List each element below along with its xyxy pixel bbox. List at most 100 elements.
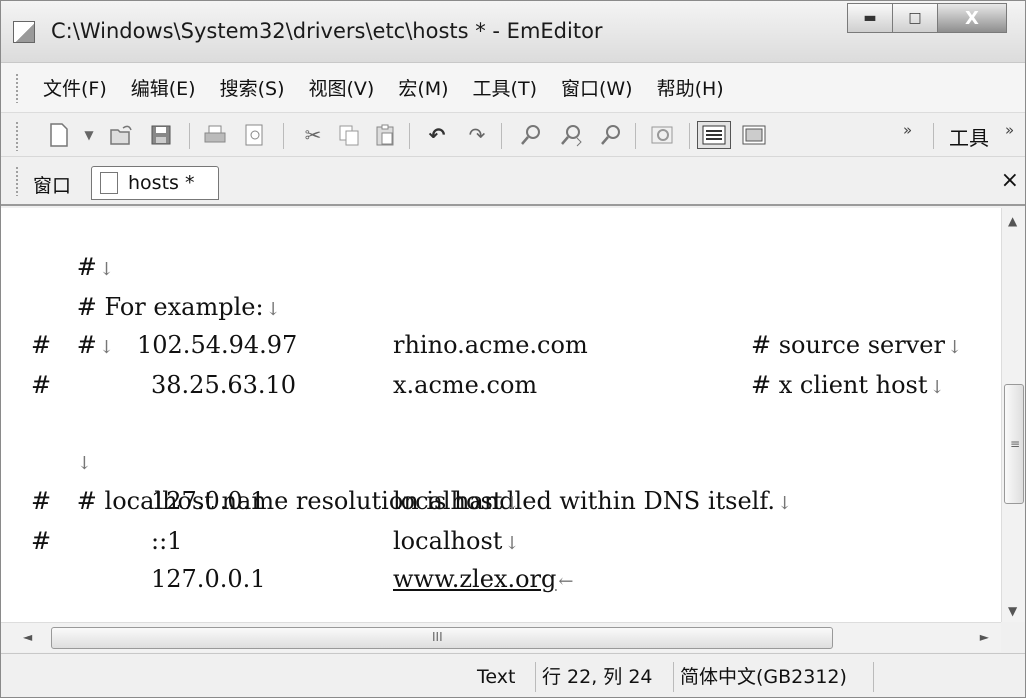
- hostname-link[interactable]: www.zlex.org: [393, 565, 556, 593]
- ip-address: 127.0.0.1: [151, 565, 266, 593]
- text-editor[interactable]: # ↓ # For example: ↓ # ↓ # 102.54.94.97 rhi…: [1, 208, 1001, 622]
- newline-mark: ↓: [504, 493, 520, 514]
- scroll-left-icon[interactable]: ◄: [23, 630, 32, 644]
- ip-address: 102.54.94.97: [137, 331, 298, 359]
- eof-mark: ←: [558, 571, 574, 592]
- toolbar-separator: [635, 123, 636, 149]
- menu-edit[interactable]: 编辑(E): [119, 68, 208, 107]
- dropdown-arrow-icon[interactable]: ▼: [81, 121, 97, 149]
- vertical-scrollbar[interactable]: ▲ ≡ ▼: [1001, 208, 1025, 622]
- menu-tools[interactable]: 工具(T): [461, 68, 549, 107]
- editor-line: # 102.54.94.97 rhino.acme.com # source s…: [31, 326, 1001, 364]
- comment-text: # x client host: [751, 371, 928, 399]
- scroll-right-icon[interactable]: ►: [980, 630, 989, 644]
- find-next-icon[interactable]: [557, 121, 585, 149]
- toolbar-separator: [501, 123, 502, 149]
- tabbar-grip-icon[interactable]: [15, 166, 19, 196]
- editor-line: ↓: [31, 404, 92, 474]
- print-preview-icon[interactable]: [241, 121, 269, 149]
- horizontal-scroll-thumb[interactable]: III: [51, 627, 833, 649]
- host-with-mark: localhost ↓: [393, 482, 520, 523]
- toolbar: ▼ ✂ ↶ ↷ » 工具 »: [1, 113, 1025, 157]
- tab-bar: 窗口 hosts * ×: [1, 158, 1025, 206]
- comment-text: # source server: [751, 331, 945, 359]
- toolbar-grip-icon[interactable]: [15, 121, 19, 151]
- editor-line: # localhost name resolution is handled w…: [31, 444, 792, 515]
- cut-icon[interactable]: ✂: [299, 121, 327, 149]
- close-button[interactable]: X: [937, 3, 1007, 33]
- ip-address: 127.0.0.1: [151, 487, 266, 515]
- toolbar-separator: [189, 123, 190, 149]
- newline-mark: ↓: [929, 377, 945, 398]
- toolbar-separator: [283, 123, 284, 149]
- tab-hosts[interactable]: hosts *: [91, 166, 219, 200]
- host-with-mark: localhost ↓: [393, 522, 520, 563]
- status-empty-cell: [873, 662, 933, 692]
- undo-icon[interactable]: ↶: [423, 121, 451, 149]
- app-icon: [13, 21, 35, 43]
- menu-search[interactable]: 搜索(S): [208, 68, 297, 107]
- newline-mark: ↓: [504, 533, 520, 554]
- status-bar: Text 行 22, 列 24 简体中文(GB2312): [1, 653, 1025, 697]
- editor-line: # ↓: [31, 210, 114, 281]
- save-icon[interactable]: [147, 121, 175, 149]
- hostname: localhost: [393, 487, 503, 515]
- wrap-none-icon[interactable]: [697, 121, 731, 149]
- menu-file[interactable]: 文件(F): [31, 68, 119, 107]
- editor-line: # 127.0.0.1 localhost ↓: [31, 482, 731, 520]
- window-title: C:\Windows\System32\drivers\etc\hosts * …: [51, 19, 603, 43]
- editor-line: # ::1 localhost ↓: [31, 522, 731, 560]
- ip-address: ::1: [151, 527, 183, 555]
- menu-help[interactable]: 帮助(H): [645, 68, 736, 107]
- comment-mark: #: [31, 331, 52, 359]
- scroll-down-icon[interactable]: ▼: [1008, 604, 1017, 618]
- menu-window[interactable]: 窗口(W): [549, 68, 645, 107]
- tab-label: hosts *: [128, 172, 195, 194]
- toolbar-separator: [409, 123, 410, 149]
- toolbar-separator: [689, 123, 690, 149]
- hostname: rhino.acme.com: [393, 331, 588, 359]
- tools-overflow-icon[interactable]: »: [1005, 121, 1014, 139]
- wrap-window-icon[interactable]: [737, 121, 771, 149]
- editor-window: C:\Windows\System32\drivers\etc\hosts * …: [0, 0, 1026, 698]
- vertical-scroll-thumb[interactable]: ≡: [1004, 384, 1024, 504]
- new-file-icon[interactable]: [45, 121, 73, 149]
- toolbar-separator: [933, 123, 934, 149]
- toolbar-overflow-icon[interactable]: »: [903, 121, 912, 139]
- minimize-button[interactable]: ▬: [847, 3, 893, 33]
- tools-toolbar-label[interactable]: 工具: [949, 122, 989, 151]
- editor-line: # ↓: [31, 288, 114, 359]
- clear-highlight-icon[interactable]: [649, 121, 677, 149]
- menu-view[interactable]: 视图(V): [297, 68, 387, 107]
- maximize-button[interactable]: □: [892, 3, 938, 33]
- editor-line: # For example: ↓: [31, 250, 281, 321]
- window-controls: ▬ □ X: [847, 3, 1007, 33]
- newline-mark: ↓: [946, 337, 963, 358]
- horizontal-scrollbar[interactable]: ◄ III ►: [1, 622, 1001, 652]
- newline-mark: ↓: [265, 299, 281, 320]
- menu-macro[interactable]: 宏(M): [386, 68, 460, 107]
- status-cursor-position[interactable]: 行 22, 列 24: [535, 662, 659, 692]
- status-mode[interactable]: Text: [471, 662, 521, 692]
- comment-mark: #: [31, 527, 52, 555]
- menu-bar: 文件(F) 编辑(E) 搜索(S) 视图(V) 宏(M) 工具(T) 窗口(W)…: [1, 63, 1025, 113]
- copy-icon[interactable]: [335, 121, 363, 149]
- redo-icon[interactable]: ↷: [463, 121, 491, 149]
- find-previous-icon[interactable]: [597, 121, 625, 149]
- comment-mark: #: [31, 487, 52, 515]
- hostname: x.acme.com: [393, 371, 538, 399]
- grip-icon: III: [432, 630, 443, 644]
- paste-icon[interactable]: [371, 121, 399, 149]
- grip-icon: ≡: [1010, 437, 1021, 451]
- status-encoding[interactable]: 简体中文(GB2312): [673, 662, 853, 692]
- editor-line: 127.0.0.1 www.zlex.org ←: [31, 560, 731, 598]
- find-icon[interactable]: [517, 121, 545, 149]
- document-icon: [100, 172, 118, 194]
- menu-grip-icon[interactable]: [15, 73, 19, 103]
- scroll-up-icon[interactable]: ▲: [1008, 214, 1017, 228]
- print-icon[interactable]: [201, 121, 229, 149]
- open-file-icon[interactable]: [107, 121, 135, 149]
- close-tab-icon[interactable]: ×: [1001, 168, 1019, 193]
- host-with-mark: www.zlex.org ←: [393, 560, 573, 601]
- trailing-comment: # x client host ↓: [751, 366, 945, 407]
